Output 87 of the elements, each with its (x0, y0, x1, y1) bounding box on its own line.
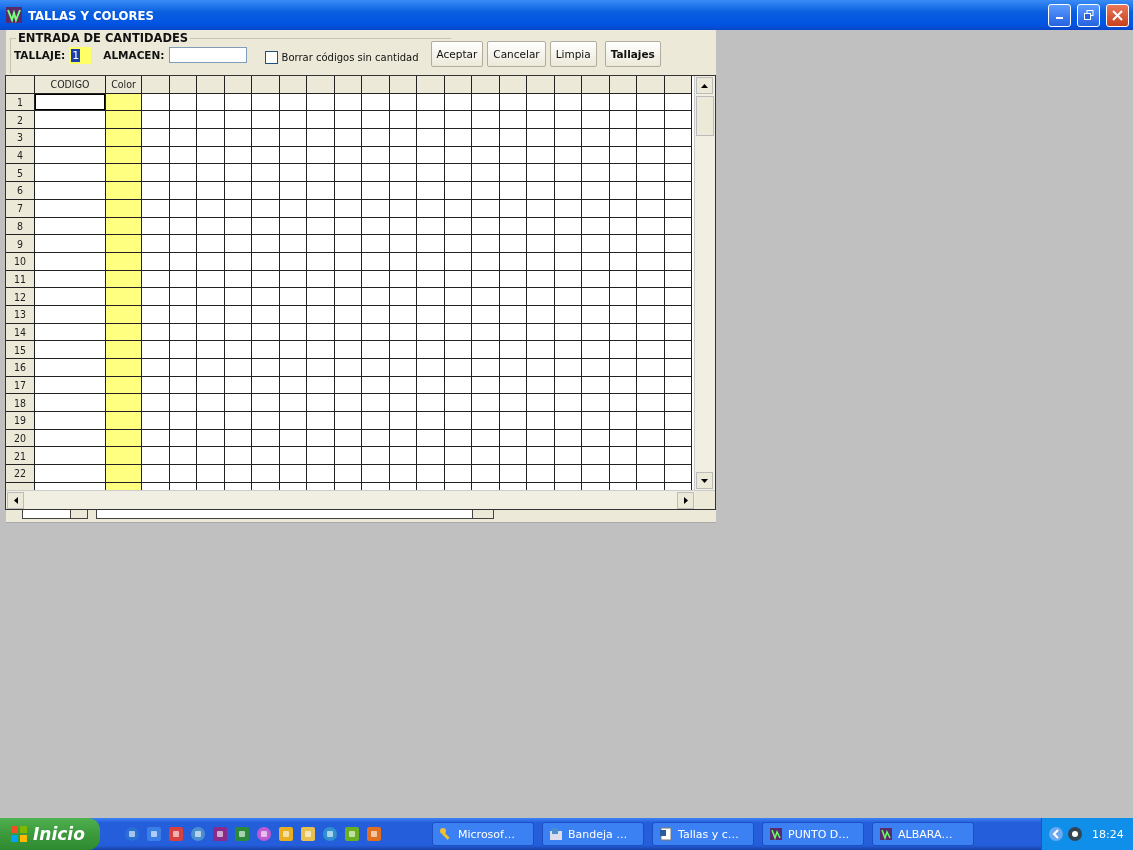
almacen-field[interactable] (168, 47, 247, 63)
column-header[interactable] (527, 76, 555, 94)
row-header[interactable]: 5 (6, 164, 35, 183)
horizontal-scrollbar[interactable] (6, 490, 715, 509)
row-header[interactable]: 6 (6, 182, 35, 200)
quick-launch-icon[interactable] (146, 826, 162, 842)
vertical-scrollbar[interactable] (694, 76, 715, 490)
almacen-label: ALMACEN: (103, 49, 165, 61)
taskbar-button[interactable]: Tallas y c… (652, 822, 754, 846)
row-header[interactable]: 15 (6, 341, 35, 359)
column-header[interactable] (307, 76, 335, 94)
close-icon (1112, 9, 1123, 21)
quick-launch-icon[interactable] (278, 826, 294, 842)
column-header[interactable]: Color (106, 76, 142, 94)
start-button[interactable]: Inicio (0, 818, 100, 850)
column-header[interactable] (197, 76, 225, 94)
dropdown-field[interactable] (22, 510, 88, 519)
quick-launch-icon[interactable] (168, 826, 184, 842)
row-header[interactable]: 22 (6, 465, 35, 483)
column-header[interactable] (362, 76, 390, 94)
left-arrow-icon[interactable] (13, 497, 18, 504)
key-icon (439, 827, 453, 841)
restore-icon (1083, 10, 1094, 20)
quick-launch-icon[interactable] (190, 826, 206, 842)
close-button[interactable] (1106, 3, 1129, 27)
quick-launch-icon[interactable] (124, 826, 140, 842)
taskbar-button[interactable]: ALBARA… (872, 822, 974, 846)
action-button[interactable]: Tallajes (604, 41, 661, 67)
column-header[interactable] (472, 76, 500, 94)
taskbar-button[interactable]: Bandeja … (542, 822, 644, 846)
up-arrow-icon[interactable] (701, 83, 708, 88)
column-header[interactable] (224, 76, 252, 94)
column-header[interactable] (554, 76, 582, 94)
action-button[interactable]: Aceptar (430, 41, 484, 67)
quick-launch-icon[interactable] (344, 826, 360, 842)
row-header[interactable]: 12 (6, 288, 35, 306)
checkbox-label: Borrar códigos sin cantidad (281, 51, 419, 63)
row-header[interactable]: 2 (6, 111, 35, 130)
column-header[interactable] (582, 76, 610, 94)
row-header[interactable]: 19 (6, 412, 35, 430)
quick-launch-icon[interactable] (322, 826, 338, 842)
app-icon (769, 827, 783, 841)
column-header[interactable] (499, 76, 527, 94)
row-header[interactable]: 18 (6, 394, 35, 413)
action-button[interactable]: Cancelar (487, 41, 546, 67)
clock: 18:24 (1092, 827, 1124, 841)
right-arrow-icon[interactable] (683, 497, 688, 504)
column-header[interactable] (252, 76, 280, 94)
column-header[interactable] (609, 76, 637, 94)
tallaje-field[interactable]: 1 (69, 46, 92, 64)
column-header[interactable] (279, 76, 307, 94)
action-button[interactable]: Limpia (549, 41, 597, 67)
group-label: ENTRADA DE CANTIDADES (16, 31, 191, 45)
taskbar-button[interactable]: PUNTO D… (762, 822, 864, 846)
document-icon (659, 827, 673, 841)
column-header[interactable] (637, 76, 665, 94)
quick-launch-icon[interactable] (234, 826, 250, 842)
quick-launch-icon[interactable] (212, 826, 228, 842)
column-header[interactable] (417, 76, 445, 94)
tray-icon (549, 827, 563, 841)
tray-icon[interactable] (1067, 826, 1083, 842)
dropdown-field[interactable] (96, 510, 494, 519)
quick-launch-icon[interactable] (366, 826, 382, 842)
column-header[interactable]: CODIGO (35, 76, 106, 94)
column-header[interactable] (444, 76, 472, 94)
scroll-thumb[interactable] (696, 96, 714, 136)
checkbox[interactable] (264, 50, 278, 64)
column-header[interactable] (664, 76, 692, 94)
down-arrow-icon[interactable] (701, 478, 708, 483)
tallaje-label: TALLAJE: (14, 49, 66, 61)
minimize-button[interactable] (1048, 3, 1071, 27)
app-icon (879, 827, 893, 841)
windows-logo-icon (10, 825, 28, 843)
restore-button[interactable] (1077, 3, 1100, 27)
column-header[interactable] (334, 76, 362, 94)
row-header[interactable]: 9 (6, 235, 35, 253)
column-header[interactable] (142, 76, 170, 94)
row-header[interactable]: 16 (6, 359, 35, 377)
column-header[interactable] (389, 76, 417, 94)
taskbar-button[interactable]: Microsof… (432, 822, 534, 846)
column-header[interactable] (169, 76, 197, 94)
quick-launch-icon[interactable] (300, 826, 316, 842)
quick-launch-icon[interactable] (256, 826, 272, 842)
row-header[interactable]: 3 (6, 129, 35, 147)
window-title: TALLAS Y COLORES (28, 7, 155, 23)
app-icon (6, 7, 22, 23)
row-header[interactable]: 21 (6, 447, 35, 466)
